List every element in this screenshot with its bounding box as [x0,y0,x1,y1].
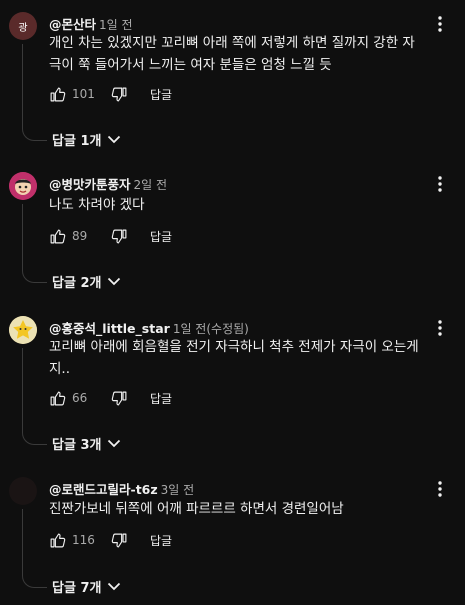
avatar[interactable] [9,316,37,344]
comment-header: @로랜드고릴라-t6z 3일 전 [49,479,194,498]
author-name[interactable]: @병맛카툰풍자 [49,177,131,192]
comment-header: @홍중석_little_star 1일 전(수정됨) [49,318,249,337]
thread-connector [22,44,47,141]
replies-count-label: 답글 1개 [52,134,102,149]
comment-actions: 116 답글 [46,528,172,552]
thread-connector [22,204,47,283]
avatar-initial: 광 [18,22,28,34]
comment-actions: 101 답글 [46,82,172,106]
replies-count-label: 답글 2개 [52,276,102,291]
thumbs-down-icon [111,391,126,405]
dislike-button[interactable] [108,529,130,551]
chevron-down-icon [107,277,121,286]
comment-text: 진짠가보네 뒤쪽에 어깨 파르르르 하면서 경련일어남 [49,501,344,517]
thumbs-down-icon [111,229,126,243]
dislike-button[interactable] [108,83,130,105]
more-options-button[interactable] [428,12,452,36]
like-button[interactable] [46,387,68,409]
comment-text: 꼬리뼈 아래에 회음혈을 전기 자극하니 척추 전제가 자극이 오는게지.. [49,339,419,377]
thread-connector [22,509,47,588]
chevron-down-icon [107,135,121,144]
like-count: 116 [72,533,95,547]
like-count: 101 [72,87,95,101]
comment-text: 개인 차는 있겠지만 꼬리뼈 아래 쪽에 저렇게 하면 질까지 강한 자극이 쭉… [49,35,415,73]
avatar[interactable]: 광 [9,12,37,40]
view-replies-button[interactable]: 답글 3개 [52,434,121,453]
author-name[interactable]: @몬산타 [49,17,96,32]
dislike-button[interactable] [108,387,130,409]
view-replies-button[interactable]: 답글 2개 [52,272,121,291]
thumbs-up-icon [50,391,65,405]
comment-time[interactable]: 1일 전 [99,18,133,32]
more-options-button[interactable] [428,477,452,501]
thumbs-up-icon [50,533,65,547]
comment-time[interactable]: 2일 전 [134,178,168,192]
comment-time[interactable]: 1일 전(수정됨) [173,322,249,336]
more-vert-icon [438,481,442,497]
like-button[interactable] [46,225,68,247]
reply-button[interactable]: 답글 [150,86,172,103]
comment-header: @몬산타 1일 전 [49,14,133,33]
more-options-button[interactable] [428,172,452,196]
view-replies-button[interactable]: 답글 1개 [52,130,121,149]
comment-actions: 89 답글 [46,224,172,248]
author-name[interactable]: @홍중석_little_star [49,321,170,336]
thumbs-down-icon [111,533,126,547]
like-count: 89 [72,229,88,243]
more-vert-icon [438,16,442,32]
reply-button[interactable]: 답글 [150,228,172,245]
thumbs-up-icon [50,87,65,101]
reply-button[interactable]: 답글 [150,532,172,549]
replies-count-label: 답글 3개 [52,438,102,453]
chevron-down-icon [107,582,121,591]
thumbs-down-icon [111,87,126,101]
avatar[interactable] [9,172,37,200]
comment-header: @병맛카툰풍자 2일 전 [49,174,167,193]
comment-text: 나도 차려야 겠다 [49,197,145,213]
thread-connector [22,348,47,445]
comment-actions: 66 답글 [46,386,172,410]
star-avatar-icon [9,316,37,344]
reply-button[interactable]: 답글 [150,390,172,407]
avatar[interactable] [9,477,37,505]
more-options-button[interactable] [428,316,452,340]
like-button[interactable] [46,83,68,105]
dislike-button[interactable] [108,225,130,247]
more-vert-icon [438,320,442,336]
chevron-down-icon [107,439,121,448]
comment-time[interactable]: 3일 전 [161,483,195,497]
cartoon-avatar-icon [9,172,37,200]
thumbs-up-icon [50,229,65,243]
like-button[interactable] [46,529,68,551]
view-replies-button[interactable]: 답글 7개 [52,577,121,596]
replies-count-label: 답글 7개 [52,581,102,596]
author-name[interactable]: @로랜드고릴라-t6z [49,482,158,497]
more-vert-icon [438,176,442,192]
like-count: 66 [72,391,88,405]
